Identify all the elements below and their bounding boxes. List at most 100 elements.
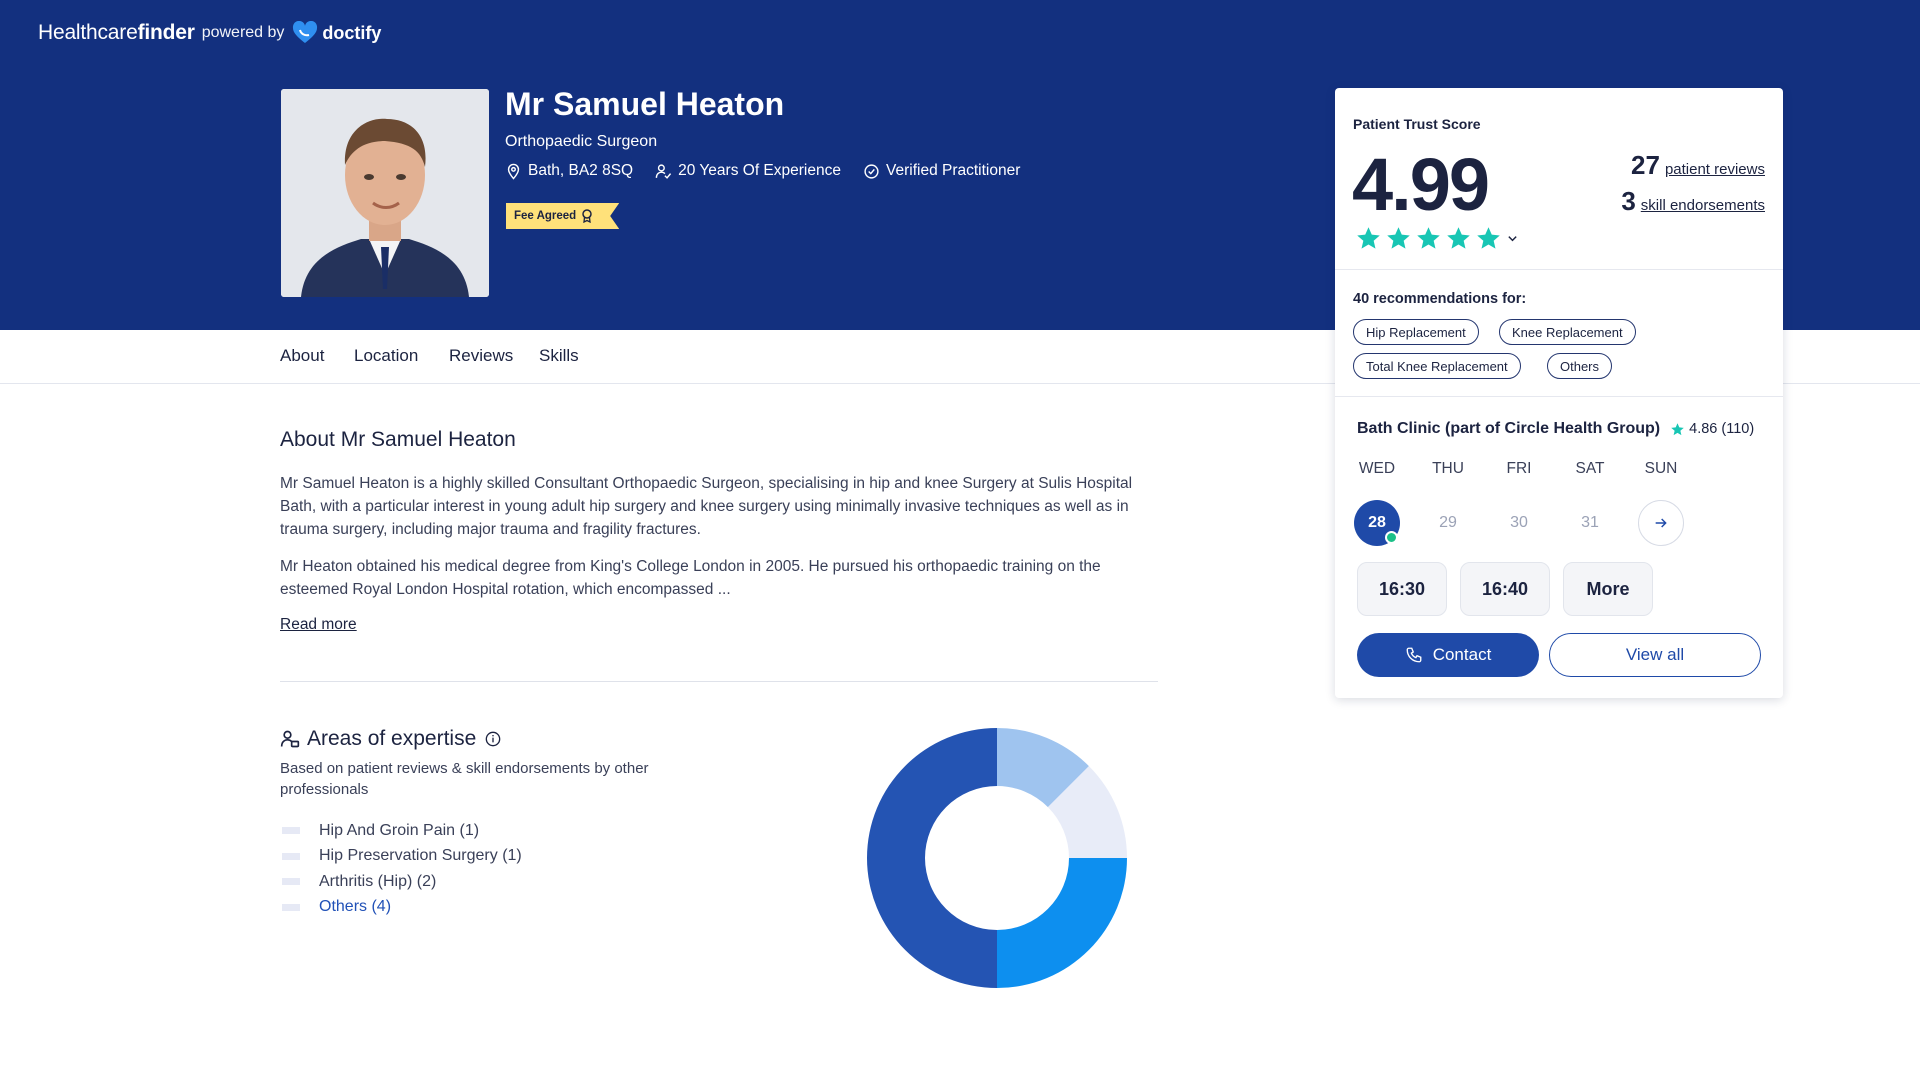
legend-swatch <box>282 878 300 886</box>
doctor-specialty: Orthopaedic Surgeon <box>505 133 658 150</box>
expertise-header: Areas of expertise <box>280 727 501 751</box>
availability-dot <box>1385 531 1398 544</box>
date-label: 28 <box>1368 514 1386 531</box>
section-divider <box>280 681 1158 682</box>
time-slot[interactable]: 16:30 <box>1357 562 1447 616</box>
arrow-right-icon <box>1655 518 1667 528</box>
day-sun: SUN <box>1644 460 1678 477</box>
star-rating[interactable] <box>1355 225 1521 252</box>
day-wed: WED <box>1358 460 1396 477</box>
clinic-name[interactable]: Bath Clinic (part of Circle Health Group… <box>1357 420 1660 438</box>
clinic-rating-value: 4.86 (110) <box>1689 421 1755 437</box>
doctor-experience: 20 Years Of Experience <box>678 162 841 179</box>
trust-score-label: Patient Trust Score <box>1353 116 1481 132</box>
legend-item: Arthritis (Hip) (2) <box>282 869 522 895</box>
award-icon <box>582 209 592 223</box>
recommendations-label: 40 recommendations for: <box>1353 291 1527 307</box>
verified-meta: Verified Practitioner <box>863 162 1020 180</box>
info-icon[interactable] <box>485 731 501 747</box>
card-divider <box>1335 269 1783 270</box>
map-pin-icon <box>507 163 520 180</box>
legend-label: Hip And Groin Pain (1) <box>319 821 480 839</box>
date-option[interactable]: 29 <box>1425 500 1471 546</box>
verified-check-icon <box>864 163 879 179</box>
chip-others[interactable]: Others <box>1547 353 1613 379</box>
expertise-icon <box>280 730 300 748</box>
doctor-location: Bath, BA2 8SQ <box>528 162 634 179</box>
brand-name-part1: Healthcare <box>38 21 138 44</box>
trust-score: 4.99 <box>1352 143 1490 226</box>
partner-name: doctify <box>322 22 382 43</box>
view-all-button[interactable]: View all <box>1549 633 1761 677</box>
doctor-meta: Bath, BA2 8SQ 20 Years Of Experience Ver… <box>505 162 1042 180</box>
doctor-photo <box>281 89 489 297</box>
tab-skills[interactable]: Skills <box>539 346 579 366</box>
expertise-subtitle: Based on patient reviews & skill endorse… <box>280 760 649 798</box>
date-selected[interactable]: 28 <box>1354 500 1400 546</box>
about-paragraph-2: Mr Heaton obtained his medical degree fr… <box>280 558 1101 598</box>
date-option[interactable]: 31 <box>1567 500 1613 546</box>
legend-swatch <box>282 852 300 860</box>
reviews-count-row: 27 patient reviews <box>1631 150 1765 181</box>
doctor-name: Mr Samuel Heaton <box>505 86 785 122</box>
clinic-rating: 4.86 (110) <box>1670 421 1754 437</box>
location-meta: Bath, BA2 8SQ <box>505 162 633 180</box>
donut-slice-others <box>867 728 997 988</box>
expertise-legend: Hip And Groin Pain (1) Hip Preservation … <box>282 818 522 920</box>
star-icon <box>1447 227 1470 249</box>
legend-label: Hip Preservation Surgery (1) <box>319 847 522 865</box>
endorsements-count: 3 <box>1621 186 1636 216</box>
reviews-count: 27 <box>1631 150 1660 180</box>
expertise-title: Areas of expertise <box>307 727 477 750</box>
powered-by-text: powered by <box>201 24 285 41</box>
star-icon <box>1671 422 1684 435</box>
chip-total-knee-replacement[interactable]: Total Knee Replacement <box>1353 353 1521 379</box>
booking-card: Patient Trust Score 4.99 27 patient revi… <box>1335 88 1783 698</box>
day-thu: THU <box>1432 460 1464 477</box>
legend-item: Hip And Groin Pain (1) <box>282 818 522 844</box>
tab-location[interactable]: Location <box>354 346 418 366</box>
star-icon <box>1387 227 1410 249</box>
about-title: About Mr Samuel Heaton <box>280 428 516 451</box>
contact-label: Contact <box>1432 645 1492 664</box>
star-icon <box>1357 227 1380 249</box>
star-icon <box>1477 227 1500 249</box>
card-divider <box>1335 396 1783 397</box>
about-paragraph-1: Mr Samuel Heaton is a highly skilled Con… <box>280 475 1133 538</box>
legend-item-others[interactable]: Others (4) <box>282 895 522 921</box>
experience-icon <box>655 163 672 179</box>
star-icon <box>1417 227 1440 249</box>
time-slot[interactable]: 16:40 <box>1460 562 1550 616</box>
expertise-donut-chart <box>867 728 1127 988</box>
legend-swatch <box>282 903 300 911</box>
donut-slice-arthritis-hip <box>997 858 1127 988</box>
chevron-down-icon <box>1508 236 1517 242</box>
tab-reviews[interactable]: Reviews <box>449 346 513 366</box>
read-more-link[interactable]: Read more <box>280 616 357 634</box>
legend-label: Arthritis (Hip) (2) <box>319 872 437 890</box>
brand-name-part2: finder <box>137 21 195 44</box>
skill-endorsements-link[interactable]: skill endorsements <box>1641 197 1765 214</box>
date-option[interactable]: 30 <box>1496 500 1542 546</box>
clinic-row: Bath Clinic (part of Circle Health Group… <box>1357 420 1754 438</box>
next-dates-button[interactable] <box>1638 500 1684 546</box>
brand-logo[interactable]: Healthcare finder powered by doctify <box>38 18 381 48</box>
chip-knee-replacement[interactable]: Knee Replacement <box>1499 319 1636 345</box>
doctor-verified: Verified Practitioner <box>885 162 1021 179</box>
tab-about[interactable]: About <box>280 346 324 366</box>
patient-reviews-link[interactable]: patient reviews <box>1665 161 1765 178</box>
fee-agreed-badge: Fee Agreed <box>506 203 620 229</box>
day-sat: SAT <box>1575 460 1605 477</box>
chip-hip-replacement[interactable]: Hip Replacement <box>1353 319 1479 345</box>
experience-meta: 20 Years Of Experience <box>655 162 841 180</box>
legend-swatch <box>282 827 300 835</box>
fee-badge-label: Fee Agreed <box>514 210 577 222</box>
more-slots-button[interactable]: More <box>1563 562 1653 616</box>
day-fri: FRI <box>1506 460 1532 477</box>
doctify-heart-icon <box>292 20 318 45</box>
phone-icon <box>1406 647 1422 663</box>
legend-item: Hip Preservation Surgery (1) <box>282 844 522 870</box>
endorsements-count-row: 3 skill endorsements <box>1621 186 1765 217</box>
legend-label-others[interactable]: Others (4) <box>319 898 391 916</box>
contact-button[interactable]: Contact <box>1357 633 1539 677</box>
